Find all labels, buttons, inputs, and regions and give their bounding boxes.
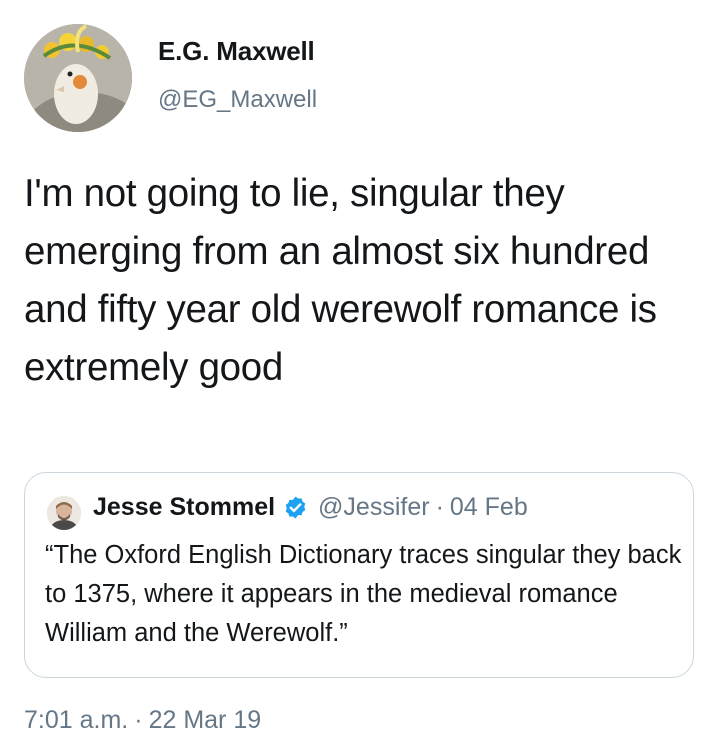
person-avatar-icon — [47, 496, 81, 530]
tweet-text: I'm not going to lie, singular they emer… — [24, 172, 657, 389]
timestamp-separator: · — [134, 706, 143, 734]
tweet-date: 22 Mar 19 — [148, 706, 262, 734]
cockatiel-avatar-icon — [24, 24, 132, 132]
tweet-card: E.G. Maxwell @EG_Maxwell I'm not going t… — [0, 0, 716, 742]
tweet-timestamp[interactable]: 7:01 a.m. · 22 Mar 19 — [24, 706, 261, 735]
quote-author-avatar[interactable] — [47, 496, 81, 530]
author-name[interactable]: E.G. Maxwell — [158, 36, 315, 67]
verified-badge-icon — [283, 495, 308, 520]
author-handle[interactable]: @EG_Maxwell — [158, 86, 317, 114]
quoted-tweet[interactable]: Jesse Stommel @Jessifer · 04 Feb “The Ox… — [24, 472, 694, 678]
quote-text: “The Oxford English Dictionary traces si… — [45, 541, 682, 647]
quote-date[interactable]: 04 Feb — [450, 493, 528, 522]
quote-author-handle[interactable]: @Jessifer — [318, 493, 430, 522]
quote-author-name[interactable]: Jesse Stommel — [93, 493, 275, 522]
quote-separator: · — [435, 493, 444, 521]
tweet-time: 7:01 a.m. — [24, 706, 129, 734]
quote-header: Jesse Stommel @Jessifer · 04 Feb — [93, 493, 528, 522]
author-avatar[interactable] — [24, 24, 132, 132]
